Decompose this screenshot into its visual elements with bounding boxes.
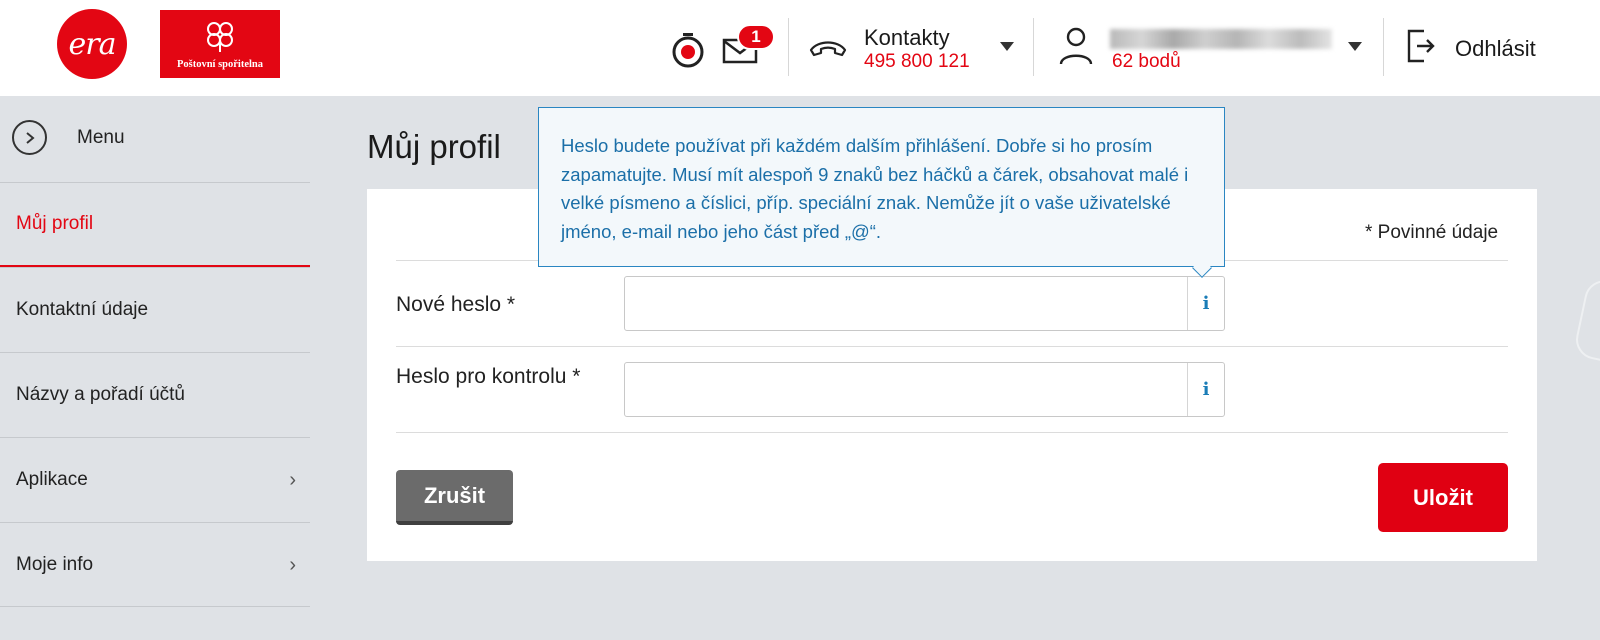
menu-label: Menu [77, 126, 125, 148]
clover-icon [207, 22, 233, 52]
user-points: 62 bodů [1112, 51, 1181, 72]
sidebar-item-label: Aplikace [16, 469, 88, 490]
chevron-right-icon: › [289, 469, 296, 491]
sidebar-item-kontaktni-udaje[interactable]: Kontaktní údaje [0, 267, 310, 352]
form-divider [396, 346, 1508, 347]
menu-toggle-button[interactable]: Menu [12, 120, 125, 155]
confirm-password-field-wrapper: i [624, 362, 1225, 417]
sidebar-item-moje-info[interactable]: Moje info › [0, 522, 310, 607]
sidebar-item-aplikace[interactable]: Aplikace › [0, 437, 310, 522]
era-logo-text: era [68, 26, 117, 62]
header-divider [1383, 18, 1384, 76]
contacts-title[interactable]: Kontakty [864, 25, 950, 51]
form-divider [396, 432, 1508, 433]
sidebar-item-label: Moje info [16, 553, 94, 575]
sidebar-item-muj-profil[interactable]: Můj profil [0, 182, 310, 267]
password-hint-tooltip: Heslo budete používat při každém dalším … [538, 107, 1225, 267]
user-dropdown-caret[interactable] [1348, 42, 1362, 51]
user-icon [1059, 27, 1093, 65]
new-password-input[interactable] [625, 277, 1187, 330]
new-password-info-icon[interactable]: i [1187, 277, 1224, 330]
required-fields-note: * Povinné údaje [1365, 222, 1499, 243]
new-password-field-wrapper: i [624, 276, 1225, 331]
header-divider [788, 18, 789, 76]
confirm-password-info-icon[interactable]: i [1187, 363, 1224, 416]
contacts-phone[interactable]: 495 800 121 [864, 51, 970, 73]
sidebar-item-label: Můj profil [16, 213, 94, 234]
user-name-redacted[interactable] [1110, 29, 1332, 49]
logout-button[interactable]: Odhlásit [1455, 36, 1536, 62]
chevron-right-icon: › [289, 554, 296, 576]
background-decoration [1572, 276, 1600, 368]
sidebar-item-label: Kontaktní údaje [16, 299, 149, 320]
confirm-password-input[interactable] [625, 363, 1187, 416]
header-divider [1033, 18, 1034, 76]
postovni-sporitelna-logo[interactable]: Poštovní spořitelna [160, 10, 280, 78]
era-logo[interactable]: era [57, 9, 127, 79]
sidebar-item-nazvy-a-poradi-uctu[interactable]: Názvy a pořadí účtů [0, 352, 310, 437]
cancel-button[interactable]: Zrušit [396, 470, 513, 525]
logout-icon[interactable] [1406, 28, 1436, 64]
chevron-right-circle-icon [12, 120, 47, 155]
phone-icon [809, 41, 847, 57]
contacts-dropdown-caret[interactable] [1000, 42, 1014, 51]
sidebar-item-label: Názvy a pořadí účtů [16, 384, 185, 405]
new-password-label: Nové heslo * [396, 293, 516, 316]
page-title: Můj profil [367, 128, 501, 165]
sidebar: Menu Můj profil Kontaktní údaje Názvy a … [0, 96, 310, 640]
mail-count-badge: 1 [737, 24, 775, 50]
postovni-sporitelna-logo-text: Poštovní spořitelna [176, 59, 264, 70]
save-button[interactable]: Uložit [1378, 463, 1508, 532]
timer-icon[interactable] [670, 32, 706, 68]
confirm-password-label: Heslo pro kontrolu * [396, 365, 581, 388]
